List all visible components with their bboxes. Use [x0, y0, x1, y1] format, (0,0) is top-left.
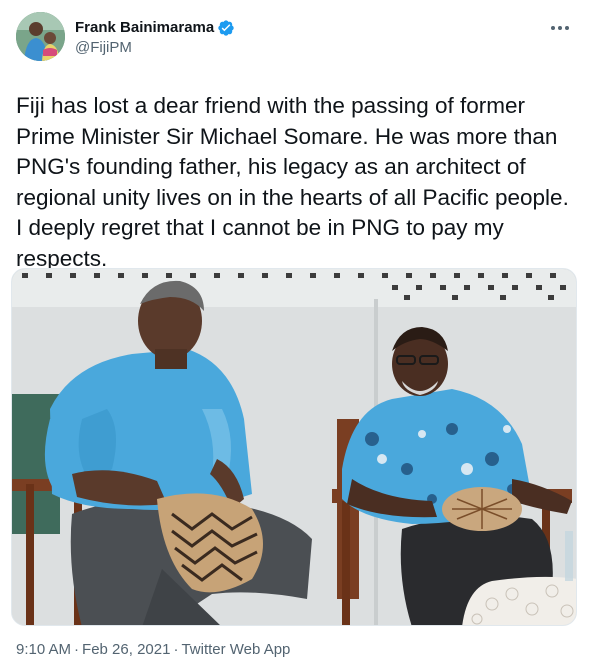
author-names: Frank Bainimarama @FijiPM [75, 12, 235, 58]
display-name[interactable]: Frank Bainimarama [75, 18, 214, 38]
tweet-header: Frank Bainimarama @FijiPM [16, 12, 577, 68]
verified-badge-icon [217, 19, 235, 37]
tweet-source[interactable]: Twitter Web App [181, 641, 290, 658]
tweet-date[interactable]: Feb 26, 2021 [82, 641, 170, 658]
author-handle[interactable]: @FijiPM [75, 38, 235, 58]
name-row: Frank Bainimarama [75, 18, 235, 38]
meta-separator-2: · [173, 641, 179, 658]
tile-strip [12, 269, 576, 307]
more-options-icon[interactable] [545, 16, 575, 40]
tweet-text: Fiji has lost a dear friend with the pas… [16, 93, 569, 271]
meta-separator-1: · [74, 641, 80, 658]
avatar[interactable] [16, 12, 65, 61]
tweet-meta: 9:10 AM · Feb 26, 2021 · Twitter Web App [16, 640, 290, 660]
tweet-time[interactable]: 9:10 AM [16, 641, 71, 658]
tweet-photo[interactable] [11, 268, 577, 626]
tweet-card: Frank Bainimarama @FijiPM Fiji has lost … [0, 0, 593, 661]
